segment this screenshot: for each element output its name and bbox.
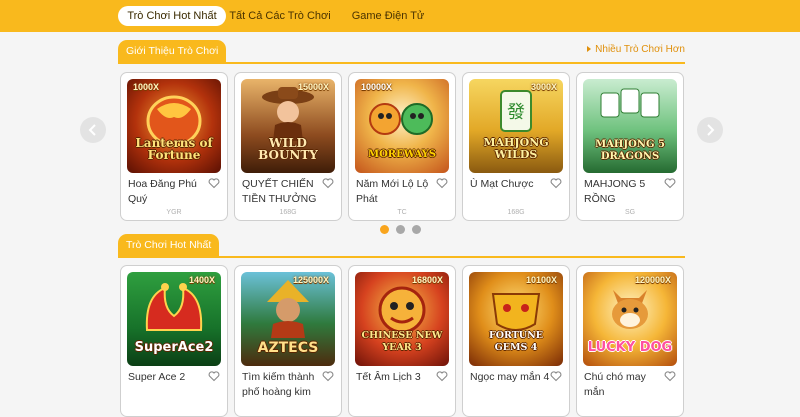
- chevron-left-icon: [88, 124, 96, 136]
- provider-label: SG: [624, 209, 636, 216]
- jester-hat-art: 1400X SuperAce2: [127, 272, 221, 366]
- heart-icon[interactable]: [208, 370, 220, 382]
- game-card[interactable]: 120000X LUCKY DOG Chú chó may mắn: [576, 265, 684, 417]
- game-card[interactable]: 1000X Lanterns of Fortune Hoa Đăng Phú Q…: [120, 72, 228, 221]
- tab-all-games[interactable]: Tất Cả Các Trò Chơi: [228, 6, 332, 26]
- multiplier-badge: 10100X: [525, 275, 557, 285]
- mahjong-dragons-art: MAHJONG 5 DRAGONS: [583, 79, 677, 173]
- game-name: Ù Mạt Chược: [470, 178, 534, 190]
- heart-icon[interactable]: [208, 177, 220, 189]
- game-card[interactable]: 15000X WILD BOUNTY QUYẾT CHIẾN TIỀN THƯỞ…: [234, 72, 342, 221]
- game-name: Tìm kiếm thành phố hoàng kim: [242, 371, 315, 398]
- carousel-dot[interactable]: [380, 225, 389, 234]
- game-card[interactable]: 10000X MOREWAYS Năm Mới Lộ Lộ Phát TC: [348, 72, 456, 221]
- lion-head-art: 16800X CHINESE NEW YEAR 3: [355, 272, 449, 366]
- multiplier-badge: 3000X: [530, 82, 557, 92]
- cowgirl-art: 15000X WILD BOUNTY: [241, 79, 335, 173]
- game-card[interactable]: 1400X SuperAce2 Super Ace 2: [120, 265, 228, 417]
- game-card[interactable]: 10100X FORTUNE GEMS 4 Ngọc may mắn 4: [462, 265, 570, 417]
- heart-icon[interactable]: [436, 177, 448, 189]
- provider-label: 168G: [279, 209, 297, 216]
- carousel-next-button[interactable]: [697, 117, 723, 143]
- multiplier-badge: 15000X: [297, 82, 329, 92]
- carousel-dot[interactable]: [396, 225, 405, 234]
- game-art-title: SuperAce2: [134, 340, 214, 355]
- game-name: Ngọc may mắn 4: [470, 371, 550, 383]
- multiplier-badge: 16800X: [411, 275, 443, 285]
- mahjong-tile-art: 發 3000X MAHJONG WILDS: [469, 79, 563, 173]
- game-name: QUYẾT CHIẾN TIỀN THƯỞNG: [242, 178, 317, 205]
- shiba-dog-art: 120000X LUCKY DOG: [583, 272, 677, 366]
- heart-icon[interactable]: [664, 370, 676, 382]
- game-art-title: MAHJONG WILDS: [483, 136, 549, 161]
- game-art-title: FORTUNE GEMS 4: [488, 330, 544, 353]
- tab-electronic-games[interactable]: Game Điện Tử: [345, 6, 431, 26]
- section-hot-title: Trò Chơi Hot Nhất: [118, 234, 220, 256]
- heart-icon[interactable]: [322, 177, 334, 189]
- multiplier-badge: 1400X: [188, 275, 215, 285]
- golden-mask-art: 10100X FORTUNE GEMS 4: [469, 272, 563, 366]
- game-name: Tết Âm Lịch 3: [356, 371, 421, 383]
- more-games-label: Nhiều Trò Chơi Hơn: [595, 44, 685, 55]
- caret-right-icon: [587, 46, 592, 53]
- tab-hot-games[interactable]: Trò Chơi Hot Nhất: [118, 6, 226, 26]
- game-art-title: CHINESE NEW YEAR 3: [361, 330, 443, 353]
- game-card[interactable]: 16800X CHINESE NEW YEAR 3 Tết Âm Lịch 3: [348, 265, 456, 417]
- carousel-dot[interactable]: [412, 225, 421, 234]
- game-art-title: WILD BOUNTY: [258, 136, 318, 162]
- provider-label: 168G: [507, 209, 525, 216]
- heart-icon[interactable]: [664, 177, 676, 189]
- carousel-prev-button[interactable]: [80, 117, 106, 143]
- dragon-lantern-art: 1000X Lanterns of Fortune: [127, 79, 221, 173]
- game-card[interactable]: MAHJONG 5 DRAGONS MAHJONG 5 RỒNG SG: [576, 72, 684, 221]
- section-intro-header: Giới Thiệu Trò Chơi Nhiều Trò Chơi Hơn: [118, 40, 685, 64]
- lion-dance-art: 10000X MOREWAYS: [355, 79, 449, 173]
- game-name: Năm Mới Lộ Lộ Phát: [356, 178, 429, 205]
- multiplier-badge: 125000X: [292, 275, 329, 285]
- game-name: Hoa Đăng Phú Quý: [128, 178, 197, 205]
- aztec-princess-art: 125000X AZTECS: [241, 272, 335, 366]
- heart-icon[interactable]: [550, 370, 562, 382]
- game-name: MAHJONG 5 RỒNG: [584, 178, 646, 205]
- multiplier-badge: 10000X: [361, 82, 393, 92]
- chevron-right-icon: [707, 124, 715, 136]
- section-hot-header: Trò Chơi Hot Nhất: [118, 234, 685, 258]
- provider-label: YGR: [166, 209, 182, 216]
- heart-icon[interactable]: [436, 370, 448, 382]
- more-games-link[interactable]: Nhiều Trò Chơi Hơn: [587, 44, 685, 55]
- svg-text:發: 發: [507, 102, 525, 123]
- game-art-title: MOREWAYS: [368, 149, 436, 160]
- provider-label: TC: [397, 209, 407, 216]
- top-navigation: Trò Chơi Hot Nhất Tất Cả Các Trò Chơi Ga…: [0, 0, 800, 32]
- game-art-title: MAHJONG 5 DRAGONS: [595, 139, 665, 162]
- heart-icon[interactable]: [322, 370, 334, 382]
- multiplier-badge: 1000X: [133, 82, 160, 92]
- game-card[interactable]: 125000X AZTECS Tìm kiếm thành phố hoàng …: [234, 265, 342, 417]
- section-intro-title: Giới Thiệu Trò Chơi: [118, 40, 227, 62]
- game-name: Super Ace 2: [128, 371, 186, 383]
- game-art-title: AZTECS: [257, 340, 319, 356]
- game-art-title: LUCKY DOG: [587, 340, 673, 355]
- multiplier-badge: 120000X: [634, 275, 671, 285]
- game-art-title: Lanterns of Fortune: [135, 136, 213, 162]
- game-card[interactable]: 發 3000X MAHJONG WILDS Ù Mạt Chược 168G: [462, 72, 570, 221]
- game-name: Chú chó may mắn: [584, 371, 646, 398]
- heart-icon[interactable]: [550, 177, 562, 189]
